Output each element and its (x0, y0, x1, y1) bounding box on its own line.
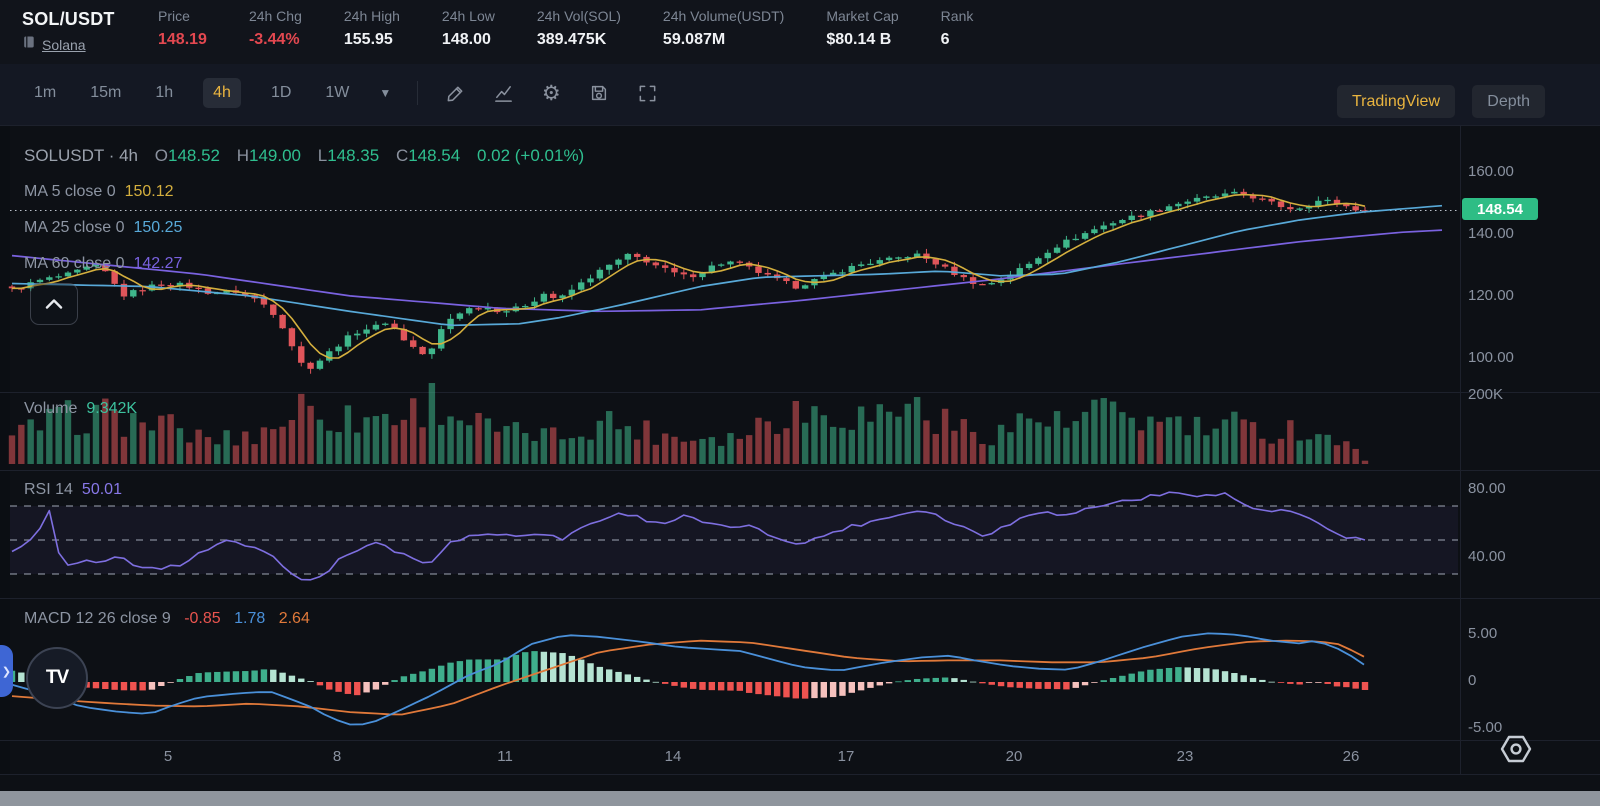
timeframe-1d[interactable]: 1D (267, 78, 295, 108)
macd-axis-label: 5.00 (1468, 625, 1498, 642)
price-axis-label: 160.00 (1468, 163, 1514, 180)
stat-market-cap: Market Cap $80.14 B (826, 8, 899, 48)
ma25-legend: MA 25 close 0 150.25 (24, 219, 183, 236)
rsi-axis-label: 40.00 (1468, 548, 1506, 565)
save-icon[interactable] (588, 82, 610, 104)
header-stats: Price 148.19 24h Chg -3.44% 24h High 155… (158, 8, 973, 49)
timeframe-dropdown-caret-icon[interactable]: ▼ (379, 86, 391, 100)
time-axis-label: 8 (332, 748, 342, 765)
rsi-axis-label: 80.00 (1468, 480, 1506, 497)
volume-axis-label: 200K (1468, 386, 1504, 403)
time-axis-label: 26 (1342, 748, 1360, 765)
book-icon (22, 35, 36, 54)
ohlc-legend: SOLUSDT · 4h O148.52 H149.00 L148.35 C14… (24, 146, 585, 165)
macd-legend: MACD 12 26 close 9 -0.85 1.78 2.64 (24, 610, 310, 627)
tradingview-logo[interactable]: TV (26, 647, 88, 709)
depth-tab[interactable]: Depth (1472, 85, 1545, 118)
stat-24h-high: 24h High 155.95 (343, 8, 400, 48)
ma5-legend: MA 5 close 0 150.12 (24, 183, 174, 200)
time-axis-label: 5 (163, 748, 173, 765)
stat-24h-vol-usdt: 24h Volume(USDT) 59.087M (662, 8, 785, 48)
fullscreen-icon[interactable] (636, 82, 658, 104)
time-axis-label: 17 (837, 748, 855, 765)
macd-axis-label: 0 (1468, 672, 1477, 689)
timeframe-1w[interactable]: 1W (321, 78, 353, 108)
pair-block: SOL/USDT Solana (22, 9, 115, 54)
time-axis-label: 11 (497, 748, 513, 765)
toolbar-divider (417, 81, 419, 105)
network-link[interactable]: Solana (42, 37, 86, 53)
stat-price: Price 148.19 (158, 8, 207, 48)
timeframe-4h-active[interactable]: 4h (203, 78, 241, 108)
chevron-up-icon (45, 299, 63, 309)
time-axis-label: 23 (1176, 748, 1194, 765)
rsi-legend: RSI 14 50.01 (24, 481, 122, 498)
stat-24h-chg: 24h Chg -3.44% (248, 8, 302, 48)
pair-title: SOL/USDT (22, 9, 115, 29)
tradingview-tab[interactable]: TradingView (1336, 85, 1455, 118)
timeframe-15m[interactable]: 15m (86, 78, 125, 108)
draw-icon[interactable] (444, 82, 466, 104)
time-axis-label: 14 (664, 748, 682, 765)
stat-24h-vol-sol: 24h Vol(SOL) 389.475K (536, 8, 621, 48)
time-axis-label: 20 (1005, 748, 1023, 765)
panel-toggle-tab[interactable]: ❯ (0, 645, 13, 697)
last-price-badge: 148.54 (1462, 198, 1538, 220)
timeframe-1h[interactable]: 1h (151, 78, 177, 108)
settings-nut-icon[interactable] (1498, 733, 1534, 770)
timeframe-1m[interactable]: 1m (30, 78, 60, 108)
price-axis-label: 140.00 (1468, 225, 1514, 242)
indicator-chart-icon[interactable] (492, 82, 514, 104)
settings-gear-icon[interactable]: ⚙ (540, 82, 562, 104)
price-axis-label: 120.00 (1468, 287, 1514, 304)
ma60-legend: MA 60 close 0 142.27 (24, 255, 183, 272)
bottom-strip (0, 791, 1600, 806)
header-bar: SOL/USDT Solana Price 148.19 24h Chg -3.… (0, 0, 1600, 64)
stat-24h-low: 24h Low 148.00 (441, 8, 495, 48)
stat-rank: Rank 6 (940, 8, 974, 48)
volume-legend: Volume 9.342K (24, 400, 138, 417)
collapse-panel-button[interactable] (30, 283, 78, 325)
price-chart-canvas[interactable] (0, 125, 1600, 775)
price-axis-label: 100.00 (1468, 349, 1514, 366)
chevron-right-icon: ❯ (1, 665, 12, 678)
